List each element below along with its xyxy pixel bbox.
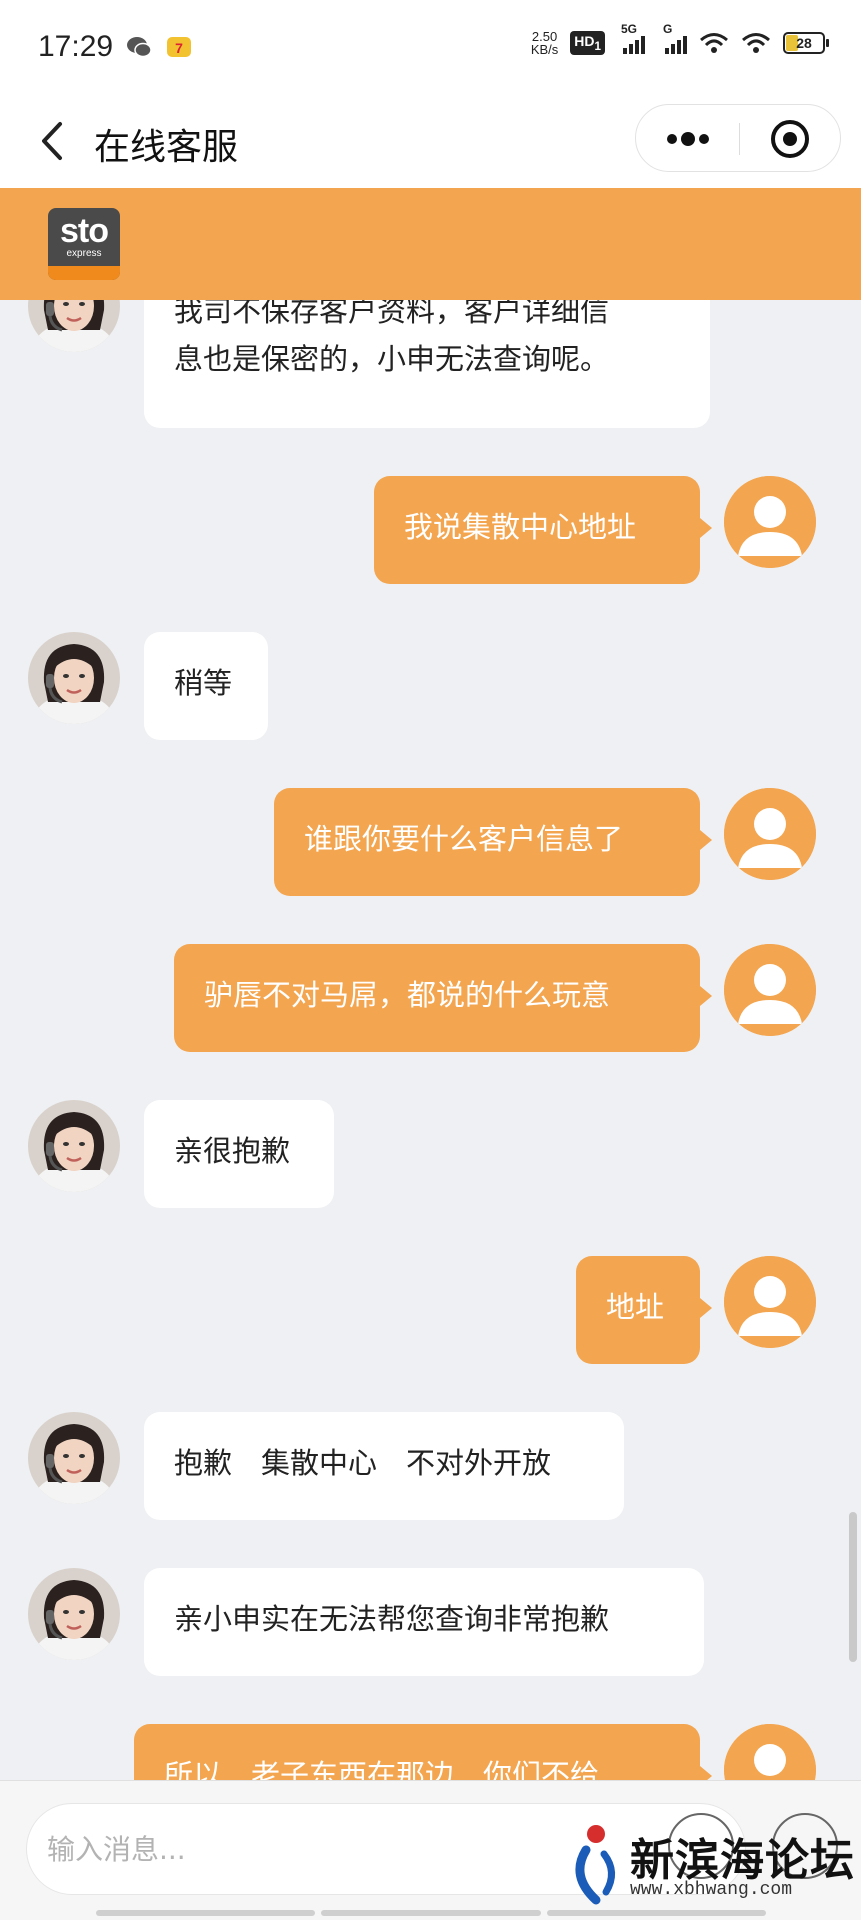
network-speed: 2.50 KB/s	[531, 30, 558, 56]
app-notification-icon: 7	[167, 37, 191, 57]
message-text: 所以 老子东西在那边 你们不给	[164, 1758, 600, 1780]
hd-label: HD	[574, 33, 595, 50]
message-bubble[interactable]: 所以 老子东西在那边 你们不给	[134, 1724, 712, 1780]
message-bubble[interactable]: 亲很抱歉	[144, 1100, 334, 1208]
input-bar	[0, 1780, 861, 1920]
back-arrow-icon[interactable]	[30, 116, 80, 166]
hd-badge: HD1	[570, 31, 605, 55]
signal-g-label: G	[663, 22, 673, 36]
hd-sub: 1	[594, 39, 601, 53]
emoji-button[interactable]	[668, 1813, 734, 1879]
battery-icon: 28	[783, 32, 829, 54]
message-text: 亲小申实在无法帮您查询非常抱歉	[174, 1602, 610, 1636]
status-bar: 17:29 7 2.50 KB/s HD1 5G G 28	[0, 0, 861, 96]
wifi-icon	[742, 33, 770, 53]
message-bubble[interactable]: 地址	[576, 1256, 712, 1364]
message-bubble[interactable]: 谁跟你要什么客户信息了	[274, 788, 712, 896]
message-text: 谁跟你要什么客户信息了	[304, 822, 624, 856]
agent-avatar[interactable]	[28, 632, 120, 724]
wifi-hotspot-icon	[700, 33, 728, 53]
message-bubble[interactable]: 稍等	[144, 632, 268, 740]
scrollbar[interactable]	[849, 1512, 857, 1662]
wechat-icon	[127, 37, 152, 58]
message-text: 我说集散中心地址	[404, 510, 637, 544]
target-close-icon	[771, 120, 809, 158]
logo-text: sto	[60, 212, 109, 250]
user-avatar-icon[interactable]	[724, 1724, 816, 1780]
user-avatar-icon[interactable]	[724, 944, 816, 1036]
battery-level: 28	[796, 35, 812, 51]
agent-avatar[interactable]	[28, 1100, 120, 1192]
logo-subtext: express	[66, 248, 102, 259]
more-dots-icon	[667, 132, 709, 146]
message-bubble[interactable]: 我说集散中心地址	[374, 476, 712, 584]
svg-text:7: 7	[175, 40, 183, 56]
net-speed-unit: KB/s	[530, 42, 559, 57]
chat-message-list[interactable]: 我司不保存客户资料，客户详细信息也是保密的，小申无法查询呢。我说集散中心地址稍等…	[0, 300, 861, 1780]
mini-program-capsule	[635, 104, 841, 172]
message-text: 息也是保密的，小申无法查询呢。	[174, 342, 610, 376]
gesture-bar	[96, 1910, 766, 1916]
message-text: 驴唇不对马屌，都说的什么玩意	[204, 978, 611, 1012]
message-bubble[interactable]: 亲小申实在无法帮您查询非常抱歉	[144, 1568, 704, 1676]
agent-avatar[interactable]	[28, 1412, 120, 1504]
agent-avatar[interactable]	[28, 300, 120, 352]
signal-g-icon: G	[663, 22, 687, 54]
message-input[interactable]	[26, 1803, 746, 1895]
more-button[interactable]	[636, 105, 739, 173]
message-text: 稍等	[174, 666, 233, 700]
agent-avatar[interactable]	[28, 1568, 120, 1660]
message-text: 亲很抱歉	[174, 1134, 291, 1168]
nav-bar: 在线客服	[0, 96, 861, 188]
status-indicators: 2.50 KB/s HD1 5G G 28	[531, 22, 829, 56]
message-bubble[interactable]: 驴唇不对马屌，都说的什么玩意	[174, 944, 712, 1052]
message-bubble[interactable]: 我司不保存客户资料，客户详细信息也是保密的，小申无法查询呢。	[144, 300, 710, 428]
plus-button[interactable]	[772, 1813, 838, 1879]
signal-5g-icon: 5G	[621, 22, 645, 54]
close-mini-program-button[interactable]	[739, 105, 842, 173]
signal-5g-label: 5G	[621, 22, 638, 36]
user-avatar-icon[interactable]	[724, 476, 816, 568]
sto-express-logo: sto express	[48, 208, 120, 280]
message-bubble[interactable]: 抱歉 集散中心 不对外开放	[144, 1412, 624, 1520]
message-text: 抱歉 集散中心 不对外开放	[174, 1446, 552, 1480]
user-avatar-icon[interactable]	[724, 788, 816, 880]
status-time: 17:29	[38, 30, 114, 63]
status-app-icons: 7	[126, 34, 192, 60]
page-title: 在线客服	[94, 127, 239, 168]
message-text: 我司不保存客户资料，客户详细信	[174, 300, 610, 328]
user-avatar-icon[interactable]	[724, 1256, 816, 1348]
brand-header: sto express	[0, 188, 861, 300]
message-text: 地址	[606, 1290, 665, 1324]
